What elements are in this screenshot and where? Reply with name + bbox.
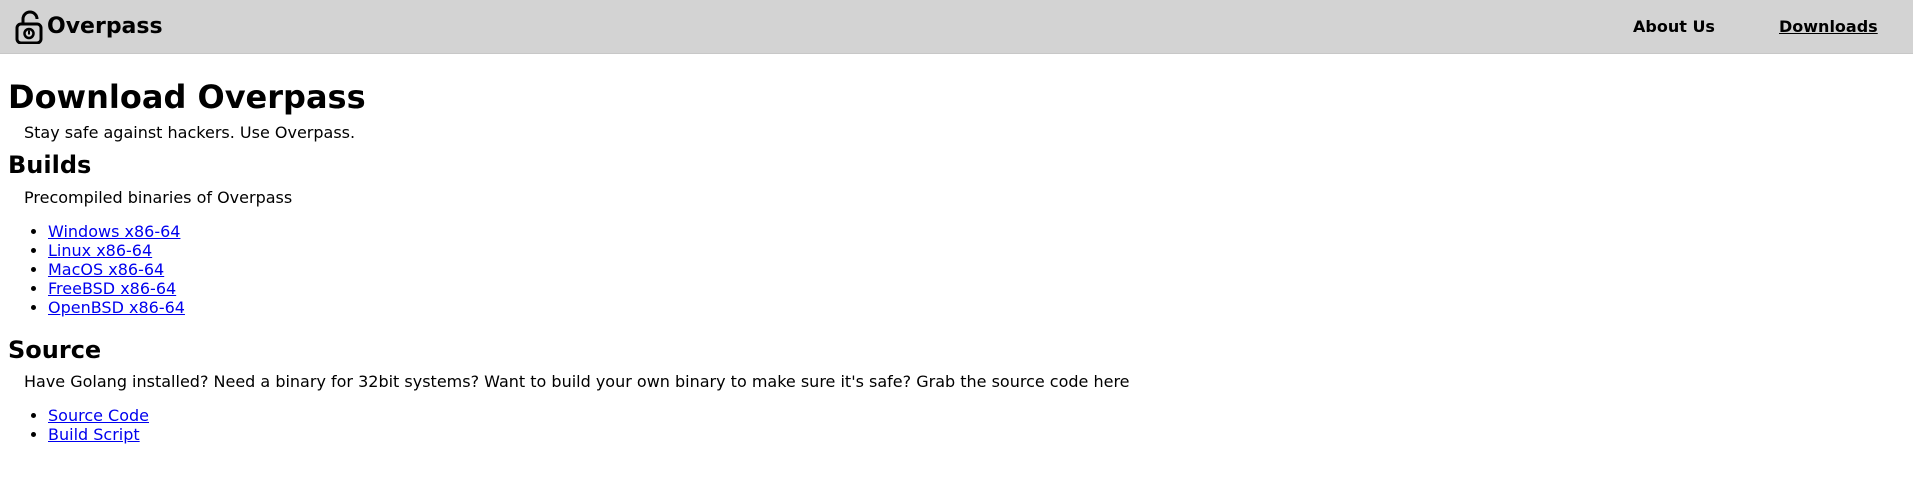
list-item: MacOS x86-64 — [48, 260, 185, 279]
brand-home-link[interactable]: Overpass — [14, 10, 163, 44]
build-script-link[interactable]: Build Script — [48, 425, 140, 444]
list-item: Source Code — [48, 406, 149, 425]
source-heading: Source — [8, 336, 102, 364]
nav-downloads[interactable]: Downloads — [1779, 17, 1878, 37]
download-linux-link[interactable]: Linux x86-64 — [48, 241, 152, 260]
nav-about-us[interactable]: About Us — [1633, 17, 1715, 37]
list-item: Windows x86-64 — [48, 222, 185, 241]
page-title: Download Overpass — [8, 78, 366, 116]
list-item: OpenBSD x86-64 — [48, 298, 185, 317]
download-macos-link[interactable]: MacOS x86-64 — [48, 260, 164, 279]
source-code-link[interactable]: Source Code — [48, 406, 149, 425]
brand-name: Overpass — [47, 14, 163, 39]
builds-description: Precompiled binaries of Overpass — [24, 188, 293, 207]
source-description: Have Golang installed? Need a binary for… — [24, 372, 1130, 391]
top-navbar: Overpass About Us Downloads — [0, 0, 1913, 54]
builds-list: Windows x86-64 Linux x86-64 MacOS x86-64… — [8, 222, 185, 317]
list-item: Build Script — [48, 425, 149, 444]
download-windows-link[interactable]: Windows x86-64 — [48, 222, 180, 241]
list-item: FreeBSD x86-64 — [48, 279, 185, 298]
list-item: Linux x86-64 — [48, 241, 185, 260]
builds-heading: Builds — [8, 151, 92, 179]
padlock-icon — [15, 10, 43, 44]
download-freebsd-link[interactable]: FreeBSD x86-64 — [48, 279, 176, 298]
tagline: Stay safe against hackers. Use Overpass. — [24, 123, 356, 142]
source-list: Source Code Build Script — [8, 406, 149, 444]
download-openbsd-link[interactable]: OpenBSD x86-64 — [48, 298, 185, 317]
